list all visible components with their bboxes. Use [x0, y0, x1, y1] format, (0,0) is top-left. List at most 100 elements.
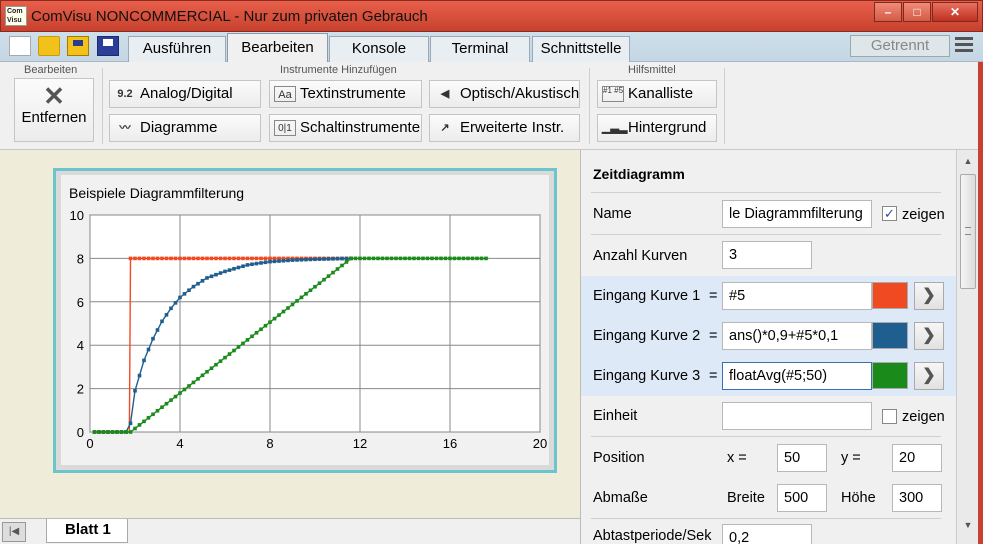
y-tick-label: 4 — [77, 338, 84, 353]
x-tick-label: 20 — [533, 436, 547, 451]
series-3-point — [290, 302, 295, 307]
unit-show-checkbox[interactable] — [882, 409, 897, 424]
save-as-icon[interactable] — [97, 36, 119, 56]
y-input[interactable]: 20 — [892, 444, 942, 472]
name-show-checkbox[interactable]: ✓ — [882, 206, 897, 221]
height-input[interactable]: 300 — [892, 484, 942, 512]
grip-icon — [965, 227, 971, 235]
series-2-point — [142, 358, 146, 363]
speaker-icon: ◀ — [440, 88, 450, 100]
maximize-button[interactable]: □ — [903, 2, 931, 22]
series-1-point — [227, 256, 232, 261]
series-1-point — [254, 256, 259, 261]
connection-status-button[interactable]: Getrennt — [850, 35, 950, 57]
series-3-point — [308, 288, 313, 293]
diagramme-button[interactable]: 〰 Diagramme — [109, 114, 261, 142]
schaltinstrumente-button[interactable]: 0|1 Schaltinstrumente — [269, 114, 422, 142]
curve-count-row: Anzahl Kurven 3 — [581, 236, 956, 276]
series-3-point — [398, 256, 403, 261]
optisch-akustisch-button[interactable]: ◀ Optisch/Akustisch — [429, 80, 580, 108]
series-3-point — [299, 295, 304, 300]
series-3-point — [371, 256, 376, 261]
size-label: Abmaße — [593, 490, 648, 506]
ribbon-separator — [724, 68, 725, 144]
series-3-point — [124, 430, 128, 434]
switch-instrument-icon: 0|1 — [274, 120, 296, 136]
curve2-color-swatch[interactable] — [872, 322, 908, 349]
series-3-point — [425, 256, 430, 261]
save-icon[interactable] — [67, 36, 89, 56]
curve3-arrow-button[interactable]: ❯ — [914, 362, 944, 390]
close-button[interactable]: ✕ — [932, 2, 978, 22]
open-folder-icon[interactable] — [38, 36, 60, 56]
series-1-point — [164, 256, 169, 261]
tab-ausfuehren[interactable]: Ausführen — [128, 36, 226, 62]
new-file-icon[interactable] — [9, 36, 31, 56]
design-canvas[interactable]: Beispiele Diagrammfilterung 0 4 8 12 16 20 0 2 4… — [0, 150, 580, 518]
schaltinstrumente-label: Schaltinstrumente — [300, 119, 421, 136]
series-3-point — [349, 256, 353, 261]
analog-digital-button[interactable]: 9.2 Analog/Digital — [109, 80, 261, 108]
series-2-point — [290, 258, 295, 262]
textinstrumente-button[interactable]: Aa Textinstrumente — [269, 80, 422, 108]
curve3-input[interactable]: floatAvg(#5;50) — [722, 362, 872, 390]
series-2-point — [164, 313, 169, 317]
series-3-point — [115, 430, 119, 434]
tab-terminal[interactable]: Terminal — [430, 36, 530, 62]
series-2-point — [344, 256, 349, 261]
y-tick-label: 6 — [77, 295, 84, 310]
sample-period-input[interactable]: 0,2 — [722, 524, 812, 544]
curve3-color-swatch[interactable] — [872, 362, 908, 389]
properties-title: Zeitdiagramm — [593, 166, 685, 182]
minimize-button[interactable]: – — [874, 2, 902, 22]
x-input[interactable]: 50 — [777, 444, 827, 472]
hamburger-menu-icon[interactable] — [955, 37, 973, 55]
tab-schnittstelle[interactable]: Schnittstelle — [532, 36, 630, 62]
series-1-point — [236, 256, 241, 261]
name-input[interactable]: le Diagrammfilterung — [722, 200, 872, 228]
series-2-point — [245, 263, 250, 267]
chart-widget[interactable]: Beispiele Diagrammfilterung 0 4 8 12 16 20 0 2 4… — [53, 168, 557, 473]
width-input[interactable]: 500 — [777, 484, 827, 512]
y-label: y = — [841, 450, 861, 466]
sheet-tab-1[interactable]: Blatt 1 — [46, 519, 128, 543]
scroll-up-icon[interactable]: ▲ — [960, 156, 976, 172]
series-3-point — [178, 391, 182, 395]
size-row: Abmaße Breite 500 Höhe 300 — [581, 478, 956, 518]
curve1-input[interactable]: #5 — [722, 282, 872, 310]
series-3-point — [358, 256, 362, 261]
series-3-point — [119, 430, 124, 434]
series-2-point — [254, 261, 259, 266]
curve1-arrow-button[interactable]: ❯ — [914, 282, 944, 310]
series-3-point — [110, 430, 115, 434]
series-2-point — [295, 258, 299, 262]
curve2-input[interactable]: ans()*0,9+#5*0,1 — [722, 322, 872, 350]
series-1-point — [142, 256, 146, 261]
series-1-point — [200, 256, 205, 261]
series-2-point — [133, 388, 137, 393]
time-diagram: 0 4 8 12 16 20 0 2 4 6 8 10 — [70, 208, 548, 451]
diagramme-label: Diagramme — [140, 119, 218, 136]
curve1-color-swatch[interactable] — [872, 282, 908, 309]
series-2-point — [340, 256, 344, 261]
kanalliste-button[interactable]: #1 #5 Kanalliste — [597, 80, 717, 108]
scroll-thumb[interactable] — [960, 174, 976, 289]
erweiterte-instr-button[interactable]: ↗ Erweiterte Instr. — [429, 114, 580, 142]
series-3-point — [133, 426, 137, 431]
sheet-nav-first-icon[interactable]: |◀ — [2, 522, 26, 542]
series-1-point — [268, 256, 272, 261]
remove-button[interactable]: ✕ Entfernen — [14, 78, 94, 142]
scroll-down-icon[interactable]: ▼ — [960, 520, 976, 536]
tab-konsole[interactable]: Konsole — [329, 36, 429, 62]
curve2-arrow-button[interactable]: ❯ — [914, 322, 944, 350]
properties-scrollbar[interactable]: ▲ ▼ — [956, 150, 978, 544]
sample-period-row: Abtastperiode/Sek 0,2 — [581, 520, 956, 544]
series-3-point — [281, 309, 286, 314]
series-2-point — [227, 268, 232, 272]
series-1-point — [155, 256, 160, 261]
unit-input[interactable] — [722, 402, 872, 430]
tab-bearbeiten[interactable]: Bearbeiten — [227, 33, 328, 63]
series-3-point — [362, 256, 367, 261]
curve-count-input[interactable]: 3 — [722, 241, 812, 269]
hintergrund-button[interactable]: ▁▃▂ Hintergrund — [597, 114, 717, 142]
